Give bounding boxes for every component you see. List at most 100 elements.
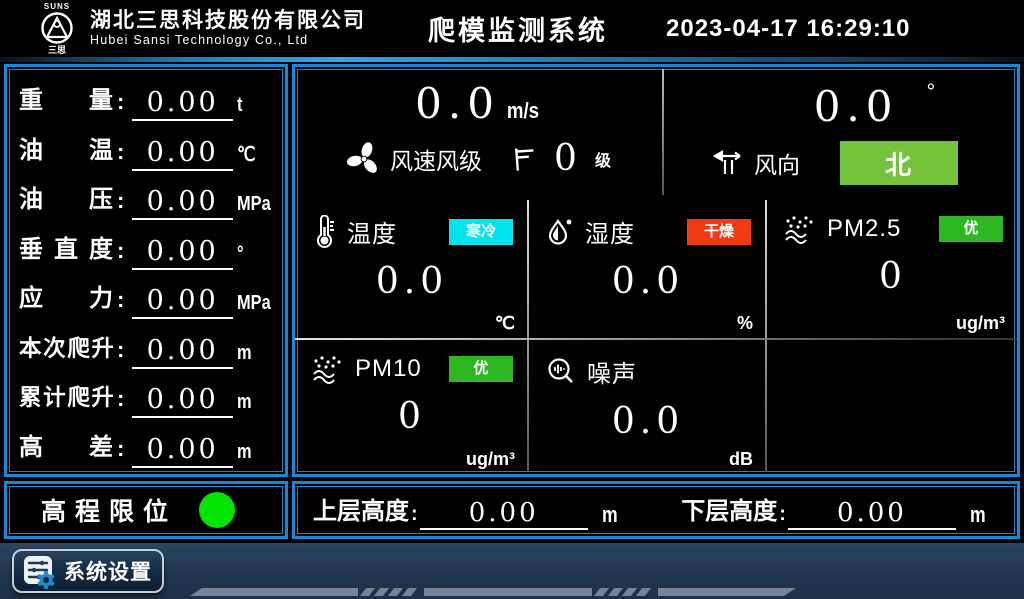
footer-stripe-decoration <box>190 588 796 596</box>
system-settings-button[interactable]: 系统设置 <box>12 549 164 593</box>
sensor-value: 0 <box>311 396 513 437</box>
sensor-value: 0.0 <box>545 401 751 442</box>
thermometer-icon <box>311 215 337 249</box>
sensor-label: 温度 <box>347 214 397 249</box>
logo-text-suns: SUNS <box>44 3 70 11</box>
dust-icon <box>311 354 345 384</box>
sensor-card-noise: 噪声 0.0 dB <box>529 340 765 474</box>
sensor-label: 湿度 <box>585 214 635 249</box>
page-title: 爬模监测系统 <box>428 9 608 48</box>
row-unit: ℃ <box>237 142 268 171</box>
row-value: 0.00 <box>132 87 233 121</box>
footer-bar: 系统设置 <box>0 543 1024 599</box>
row-label: 累计爬升 <box>19 380 113 418</box>
elevation-limit-label: 高程限位 <box>41 492 177 528</box>
row-label: 油温 <box>19 130 113 171</box>
row-colon: : <box>113 436 128 468</box>
company-name-cn: 湖北三思科技股份有限公司 <box>90 9 366 32</box>
row-unit: MPa <box>237 292 268 319</box>
row-label: 高差 <box>19 427 113 468</box>
row-value: 0.00 <box>132 285 233 319</box>
row-unit: ° <box>237 243 268 270</box>
dust-icon <box>783 214 817 244</box>
wind-direction-unit: ° <box>926 79 935 104</box>
upper-height-group: 上层高度:0.00m <box>313 491 621 530</box>
status-badge: 优 <box>939 216 1003 242</box>
sensor-label: PM10 <box>355 355 422 383</box>
status-badge: 优 <box>449 356 513 382</box>
sensor-value: 0 <box>783 256 1003 297</box>
upper-height-value: 0.00 <box>420 498 588 530</box>
lower-height-unit: m <box>970 502 986 530</box>
row-colon: : <box>113 89 128 121</box>
row-label: 本次爬升 <box>19 331 113 369</box>
sensor-card-temperature: 温度 寒冷 0.0 ℃ <box>295 200 527 338</box>
sensor-value: 0.0 <box>545 261 751 302</box>
status-badge: 干燥 <box>687 219 751 245</box>
data-row-oil-temp: 油温:0.00℃ <box>19 125 275 171</box>
data-row-oil-pressure: 油压:0.00MPa <box>19 174 275 220</box>
row-colon: : <box>113 139 128 171</box>
settings-button-label: 系统设置 <box>64 556 152 586</box>
wind-speed-label: 风速风级 <box>390 142 482 176</box>
row-unit: t <box>237 94 268 121</box>
lower-height-label: 下层高度 <box>681 491 777 530</box>
sensor-card-pm25: PM2.5 优 0 ug/m³ <box>767 200 1017 338</box>
wind-level-row: 风速风级 0 级 <box>295 138 662 179</box>
sensor-unit: % <box>737 313 753 334</box>
sensor-grid: 温度 寒冷 0.0 ℃ 湿度 干燥 <box>295 200 1017 474</box>
sensor-unit: ℃ <box>495 313 515 334</box>
noise-icon <box>545 356 577 388</box>
row-unit: m <box>237 391 268 418</box>
row-value: 0.00 <box>132 236 233 270</box>
row-value: 0.00 <box>132 137 233 171</box>
sliders-gear-icon <box>22 553 56 589</box>
row-label: 重量 <box>19 80 113 121</box>
data-row-height-diff: 高差:0.00m <box>19 422 275 468</box>
sensor-unit: ug/m³ <box>466 449 515 470</box>
lower-height-value: 0.00 <box>788 498 956 530</box>
data-row-verticality: 垂直度:0.00° <box>19 224 275 270</box>
sensor-label: 噪声 <box>587 354 637 389</box>
sensor-unit: dB <box>729 449 753 470</box>
wind-level-value: 0 <box>554 138 577 179</box>
header-accent-line <box>0 57 1024 62</box>
row-value: 0.00 <box>132 384 233 418</box>
wind-direction-indicator[interactable]: 北 <box>840 141 958 185</box>
company-logo: SUNS 三思 <box>30 3 84 55</box>
logo-text-sansi: 三思 <box>48 46 66 55</box>
row-colon: : <box>113 386 128 418</box>
wind-direction-reading: 0.0° <box>664 79 1015 131</box>
wind-direction-section: 0.0° 风向 北 <box>664 71 1015 199</box>
wind-direction-label: 风向 <box>754 146 800 180</box>
sensor-label: PM2.5 <box>827 215 901 243</box>
wind-speed-unit: m/s <box>507 98 539 124</box>
wind-level-unit: 级 <box>595 147 611 171</box>
lower-height-group: 下层高度:0.00 m <box>681 491 989 530</box>
wind-speed-value: 0.0 <box>415 79 500 128</box>
wind-vane-icon <box>712 148 746 178</box>
environment-panel: 0.0 m/s 风速风级 <box>292 64 1020 477</box>
wind-speed-reading: 0.0 m/s <box>295 79 662 128</box>
datetime-display: 2023-04-17 16:29:10 <box>666 15 911 43</box>
row-unit: m <box>237 441 268 468</box>
row-label: 应力 <box>19 278 113 319</box>
company-names: 湖北三思科技股份有限公司 Hubei Sansi Technology Co.,… <box>90 9 366 48</box>
wind-speed-section: 0.0 m/s 风速风级 <box>295 71 662 199</box>
data-row-stress: 应力:0.00MPa <box>19 273 275 319</box>
fan-icon <box>346 141 382 177</box>
row-value: 0.00 <box>132 335 233 369</box>
sensor-card-humidity: 湿度 干燥 0.0 % <box>529 200 765 338</box>
data-row-total-climb: 累计爬升:0.00m <box>19 372 275 418</box>
colon: : <box>777 503 788 530</box>
droplet-icon <box>545 216 575 248</box>
sensor-unit: ug/m³ <box>956 313 1005 334</box>
colon: : <box>409 503 420 530</box>
row-unit: m <box>237 342 268 369</box>
monitor-screen: SUNS 三思 湖北三思科技股份有限公司 Hubei Sansi Technol… <box>0 0 1024 599</box>
layer-heights-panel: 上层高度:0.00m 下层高度:0.00m <box>292 481 1020 539</box>
hydraulic-data-panel: 重量:0.00t 油温:0.00℃ 油压:0.00MPa 垂直度:0.00° 应… <box>4 64 288 477</box>
row-unit: MPa <box>237 193 268 220</box>
row-value: 0.00 <box>132 186 233 220</box>
row-label: 油压 <box>19 179 113 220</box>
